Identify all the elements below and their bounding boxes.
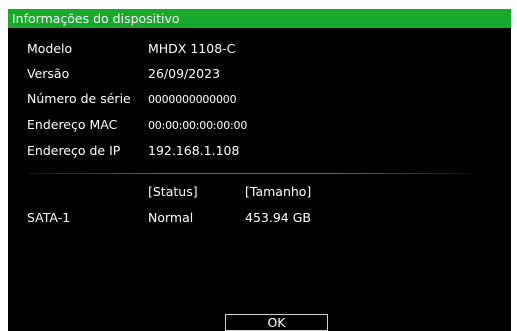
ip-address-label: Endereço de IP — [27, 143, 121, 158]
disk-size-header: [Tamanho] — [245, 184, 312, 199]
mac-address-value: 00:00:00:00:00:00 — [148, 119, 248, 132]
disk-status-header: [Status] — [148, 184, 198, 199]
section-divider — [28, 173, 470, 174]
model-label: Modelo — [27, 41, 73, 56]
serial-number-value: 0000000000000 — [148, 93, 237, 106]
model-value: MHDX 1108-C — [148, 41, 236, 56]
version-value: 26/09/2023 — [148, 66, 221, 81]
disk-name: SATA-1 — [27, 210, 71, 225]
device-info-dialog: Informações do dispositivo Modelo MHDX 1… — [8, 9, 511, 331]
version-label: Versão — [27, 66, 70, 81]
ok-button[interactable]: OK — [225, 314, 328, 331]
ip-address-value: 192.168.1.108 — [148, 143, 240, 158]
dialog-title-bar: Informações do dispositivo — [8, 9, 511, 28]
serial-number-label: Número de série — [27, 91, 131, 106]
disk-size: 453.94 GB — [245, 210, 311, 225]
mac-address-label: Endereço MAC — [27, 117, 118, 132]
disk-status: Normal — [148, 210, 194, 225]
dialog-title: Informações do dispositivo — [12, 11, 180, 26]
